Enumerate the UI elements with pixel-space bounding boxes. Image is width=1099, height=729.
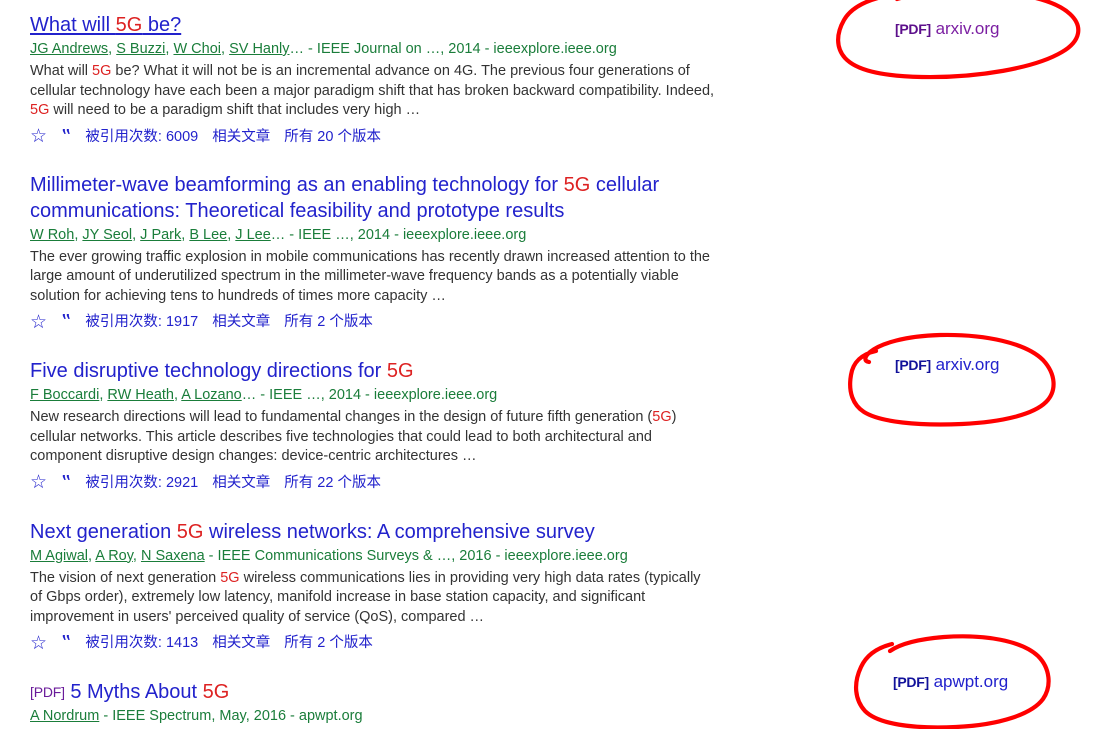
result-actions: ☆ ” 被引用次数: 6009 相关文章 所有 20 个版本	[30, 125, 720, 149]
author-link[interactable]: B Lee	[189, 227, 227, 243]
author-link[interactable]: W Roh	[30, 227, 74, 243]
author-link[interactable]: A Lozano	[181, 387, 241, 403]
result-meta-text: M Agiwal, A Roy, N Saxena - IEEE Communi…	[30, 547, 628, 564]
pdf-tag-label: [PDF]	[30, 684, 65, 700]
result-snippet-text: The vision of next generation 5G wireles…	[30, 569, 701, 625]
result-authors-venue: F Boccardi, RW Heath, A Lozano… - IEEE ……	[30, 385, 720, 405]
author-link[interactable]: A Nordrum	[30, 708, 99, 724]
author-link[interactable]: J Lee	[235, 227, 270, 243]
result-actions: ☆ ” 被引用次数: 1413 相关文章 所有 2 个版本	[30, 631, 720, 655]
search-result-item: What will 5G be? JG Andrews, S Buzzi, W …	[30, 12, 720, 149]
result-meta-text: F Boccardi, RW Heath, A Lozano… - IEEE ……	[30, 387, 498, 403]
related-articles-link[interactable]: 相关文章	[212, 472, 270, 494]
author-link[interactable]: JG Andrews	[30, 41, 108, 57]
result-authors-venue: M Agiwal, A Roy, N Saxena - IEEE Communi…	[30, 546, 720, 566]
cite-quote-icon[interactable]: ”	[61, 310, 71, 334]
search-results-list: What will 5G be? JG Andrews, S Buzzi, W …	[30, 0, 720, 726]
result-actions: ☆ ” 被引用次数: 1917 相关文章 所有 2 个版本	[30, 310, 720, 334]
venue-year-source: … - IEEE Journal on …, 2014 - ieeexplore…	[289, 41, 617, 57]
result-snippet: What will 5G be? What it will not be is …	[30, 62, 716, 121]
all-versions-link[interactable]: 所有 20 个版本	[284, 126, 381, 148]
author-link[interactable]: N Saxena	[141, 548, 205, 564]
pdf-domain-label: arxiv.org	[935, 355, 1000, 374]
search-result-item: Five disruptive technology directions fo…	[30, 358, 720, 495]
result-title-text: Next generation 5G wireless networks: A …	[30, 520, 595, 543]
all-versions-link[interactable]: 所有 22 个版本	[284, 472, 381, 494]
result-authors-venue: JG Andrews, S Buzzi, W Choi, SV Hanly… -…	[30, 39, 720, 59]
save-star-icon[interactable]: ☆	[30, 634, 47, 653]
result-meta-text: W Roh, JY Seol, J Park, B Lee, J Lee… - …	[30, 226, 527, 243]
result-snippet: New research directions will lead to fun…	[30, 408, 716, 467]
author-link[interactable]: S Buzzi	[116, 41, 165, 57]
result-authors-venue: W Roh, JY Seol, J Park, B Lee, J Lee… - …	[30, 225, 720, 245]
venue-year-source: - IEEE Spectrum, May, 2016 - apwpt.org	[99, 708, 363, 724]
pdf-source-link-arxiv-2[interactable]: [PDF] arxiv.org	[895, 354, 1000, 376]
save-star-icon[interactable]: ☆	[30, 127, 47, 146]
author-link[interactable]: A Roy	[95, 548, 133, 564]
author-link[interactable]: RW Heath	[107, 387, 174, 403]
venue-year-source: … - IEEE …, 2014 - ieeexplore.ieee.org	[270, 226, 527, 243]
result-meta-text: A Nordrum - IEEE Spectrum, May, 2016 - a…	[30, 708, 363, 724]
result-title-link[interactable]: Five disruptive technology directions fo…	[30, 358, 720, 384]
search-result-item: Next generation 5G wireless networks: A …	[30, 519, 720, 656]
venue-year-source: - IEEE Communications Surveys & …, 2016 …	[204, 547, 628, 564]
related-articles-link[interactable]: 相关文章	[212, 126, 270, 148]
author-link[interactable]: F Boccardi	[30, 387, 99, 403]
all-versions-link[interactable]: 所有 2 个版本	[284, 311, 373, 333]
pdf-links-column: [PDF] arxiv.org [PDF] arxiv.org [PDF] ap…	[830, 0, 1099, 729]
pdf-tag-label: [PDF]	[895, 21, 931, 37]
result-title-link[interactable]: What will 5G be?	[30, 12, 720, 38]
save-star-icon[interactable]: ☆	[30, 473, 47, 492]
author-link[interactable]: SV Hanly	[229, 41, 289, 57]
author-link[interactable]: M Agiwal	[30, 548, 88, 564]
result-title-text: Five disruptive technology directions fo…	[30, 360, 414, 382]
author-link[interactable]: J Park	[140, 227, 181, 243]
pdf-source-link-apwpt[interactable]: [PDF] apwpt.org	[893, 671, 1008, 693]
cited-by-link[interactable]: 被引用次数: 1413	[85, 632, 198, 654]
result-snippet: The vision of next generation 5G wireles…	[30, 569, 716, 628]
pdf-source-link-arxiv-1[interactable]: [PDF] arxiv.org	[895, 18, 1000, 40]
result-snippet: The ever growing traffic explosion in mo…	[30, 248, 716, 307]
author-link[interactable]: W Choi	[173, 41, 221, 57]
result-title-text: Millimeter-wave beamforming as an enabli…	[30, 173, 660, 222]
pdf-tag-label: [PDF]	[895, 357, 931, 373]
result-title-link[interactable]: Next generation 5G wireless networks: A …	[30, 519, 720, 545]
result-title-text: What will 5G be?	[30, 14, 182, 36]
result-actions: ☆ ” 被引用次数: 2921 相关文章 所有 22 个版本	[30, 471, 720, 495]
result-snippet-text: The ever growing traffic explosion in mo…	[30, 248, 710, 304]
result-meta-text: JG Andrews, S Buzzi, W Choi, SV Hanly… -…	[30, 41, 617, 57]
related-articles-link[interactable]: 相关文章	[212, 632, 270, 654]
all-versions-link[interactable]: 所有 2 个版本	[284, 632, 373, 654]
search-result-item: Millimeter-wave beamforming as an enabli…	[30, 172, 720, 335]
result-snippet-text: What will 5G be? What it will not be is …	[30, 63, 715, 118]
cite-quote-icon[interactable]: ”	[61, 125, 71, 149]
cite-quote-icon[interactable]: ”	[61, 471, 71, 495]
venue-year-source: … - IEEE …, 2014 - ieeexplore.ieee.org	[241, 387, 498, 403]
cite-quote-icon[interactable]: ”	[61, 631, 71, 655]
result-title-link[interactable]: Millimeter-wave beamforming as an enabli…	[30, 172, 720, 224]
pdf-domain-label: arxiv.org	[935, 19, 1000, 38]
result-authors-venue: A Nordrum - IEEE Spectrum, May, 2016 - a…	[30, 706, 720, 726]
pdf-domain-label: apwpt.org	[933, 672, 1009, 691]
cited-by-link[interactable]: 被引用次数: 6009	[85, 126, 198, 148]
cited-by-link[interactable]: 被引用次数: 1917	[85, 311, 198, 333]
author-link[interactable]: JY Seol	[82, 227, 132, 243]
search-result-item: [PDF] 5 Myths About 5G A Nordrum - IEEE …	[30, 679, 720, 726]
save-star-icon[interactable]: ☆	[30, 313, 47, 332]
result-title-text: 5 Myths About 5G	[70, 681, 230, 703]
cited-by-link[interactable]: 被引用次数: 2921	[85, 472, 198, 494]
result-snippet-text: New research directions will lead to fun…	[30, 409, 677, 464]
result-title-link[interactable]: [PDF] 5 Myths About 5G	[30, 679, 720, 705]
pdf-tag-label: [PDF]	[893, 674, 929, 690]
related-articles-link[interactable]: 相关文章	[212, 311, 270, 333]
